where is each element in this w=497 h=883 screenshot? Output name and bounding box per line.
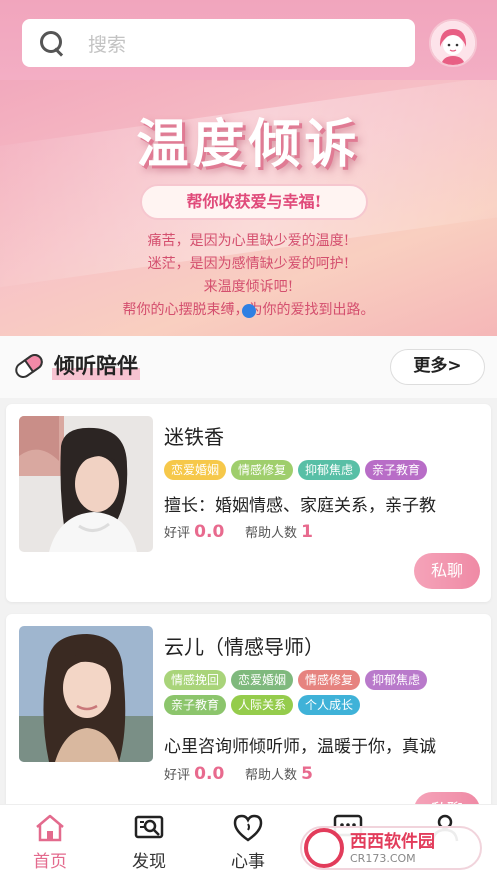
tag: 情感修复 [231,460,294,480]
rating-label: 好评 [164,768,191,783]
counselor-description: 擅长：婚姻情感、家庭关系，亲子教 [164,496,436,516]
section-header: 倾听陪伴 更多> [0,336,497,398]
banner-line: 来温度倾诉吧! [203,279,294,295]
counselor-stats: 好评 0.0 帮助人数 5 [164,764,313,784]
tab-home[interactable]: 首页 [15,813,85,872]
counselor-name: 云儿（情感导师） [164,635,324,659]
tag: 个人成长 [298,695,361,715]
tag: 抑郁焦虑 [365,670,428,690]
tab-label: 心事 [231,852,265,872]
counselor-card[interactable]: 迷铁香 恋爱婚姻 情感修复 抑郁焦虑 亲子教育 擅长：婚姻情感、家庭关系，亲子教… [6,404,491,602]
watermark-text: 西西软件园 CR173.COM [350,832,435,865]
counselor-photo [19,626,153,762]
tag-list: 恋爱婚姻 情感修复 抑郁焦虑 亲子教育 [164,460,484,480]
heart-icon [233,814,263,842]
more-button[interactable]: 更多> [390,349,485,385]
counselor-card[interactable]: 云儿（情感导师） 情感挽回 恋爱婚姻 情感修复 抑郁焦虑 亲子教育 人际关系 个… [6,614,491,828]
tag: 恋爱婚姻 [231,670,294,690]
helped-label: 帮助人数 [244,526,297,541]
counselor-description: 心里咨询师倾听师，温暖于你，真诚 [164,737,436,757]
banner-line: 痛苦，是因为心里缺少爱的温度! [147,233,350,249]
helped-label: 帮助人数 [244,768,297,783]
search-placeholder: 搜索 [88,33,127,56]
rating-label: 好评 [164,526,191,541]
helped-count: 1 [301,522,313,542]
tag-list: 情感挽回 恋爱婚姻 情感修复 抑郁焦虑 亲子教育 人际关系 个人成长 [164,670,484,715]
top-bar: 搜索 [0,0,497,80]
search-box[interactable]: 搜索 [22,19,415,67]
site-watermark: 西西软件园 CR173.COM [300,826,482,870]
counselor-stats: 好评 0.0 帮助人数 1 [164,522,313,542]
tag: 亲子教育 [365,460,428,480]
avatar-icon [431,21,475,65]
tab-label: 发现 [132,852,166,872]
rating-value: 0.0 [194,764,225,784]
tab-discover[interactable]: 发现 [114,813,184,872]
private-chat-button[interactable]: 私聊 [414,553,480,589]
watermark-site: CR173.COM [350,851,416,865]
banner-title: 温度倾诉 [136,114,361,175]
watermark-logo-icon [304,828,344,868]
tag: 恋爱婚姻 [164,460,227,480]
tag: 亲子教育 [164,695,227,715]
promo-banner[interactable]: 温度倾诉 帮你收获爱与幸福! 痛苦，是因为心里缺少爱的温度! 迷茫，是因为感情缺… [0,80,497,336]
tag: 情感修复 [298,670,361,690]
counselor-photo [19,416,153,552]
tag: 人际关系 [231,695,294,715]
tag: 情感挽回 [164,670,227,690]
section-title: 倾听陪伴 [52,350,140,380]
helped-count: 5 [301,764,313,784]
watermark-brand: 西西软件园 [350,831,435,852]
home-icon [36,814,64,842]
banner-indicator-dot [242,304,256,318]
tab-label: 首页 [33,852,67,872]
banner-slogan: 帮你收获爱与幸福! [140,184,368,220]
search-icon [38,29,66,57]
user-avatar-button[interactable] [429,19,477,67]
capsule-icon [15,353,43,379]
rating-value: 0.0 [194,522,225,542]
counselor-name: 迷铁香 [164,425,224,449]
discover-icon [134,815,164,839]
tag: 抑郁焦虑 [298,460,361,480]
banner-line: 迷茫，是因为感情缺少爱的呵护! [147,256,350,272]
tab-heart[interactable]: 心事 [213,813,283,872]
